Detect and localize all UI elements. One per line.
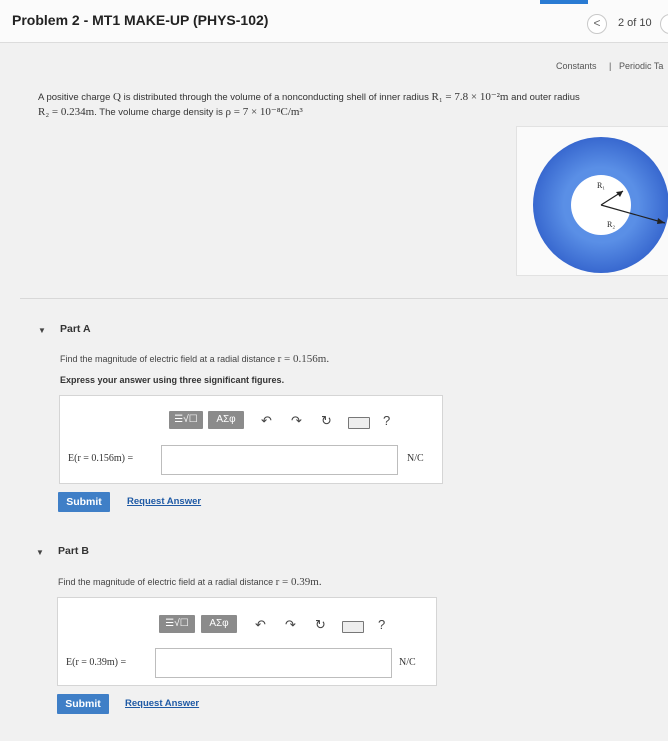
links-separator: |	[609, 61, 612, 71]
problem-statement: A positive charge Q is distributed throu…	[38, 90, 658, 120]
previous-problem-button[interactable]: <	[587, 14, 607, 34]
label-R1: R₁	[597, 181, 605, 190]
help-button[interactable]: ?	[383, 414, 390, 428]
problem-line-1: A positive charge Q is distributed throu…	[38, 90, 658, 105]
problem-pager: 2 of 10	[618, 17, 652, 29]
part-a-title: Part A	[60, 323, 91, 335]
part-b-radius-expr: r = 0.39m.	[275, 576, 322, 588]
part-a-answer-label: E(r = 0.156m) =	[68, 453, 134, 464]
periodic-table-link[interactable]: Periodic Ta	[619, 61, 663, 71]
keyboard-icon[interactable]	[342, 621, 364, 633]
keyboard-icon[interactable]	[348, 417, 370, 429]
part-b-question-text: Find the magnitude of electric field at …	[58, 577, 274, 587]
part-b-submit-button[interactable]: Submit	[57, 694, 109, 714]
page-title: Problem 2 - MT1 MAKE-UP (PHYS-102)	[12, 12, 269, 28]
charge-symbol: Q	[113, 91, 121, 103]
part-b-question: Find the magnitude of electric field at …	[58, 576, 322, 588]
part-b-request-answer-link[interactable]: Request Answer	[125, 698, 199, 709]
redo-icon[interactable]: ↷	[285, 618, 296, 632]
shell-figure: R₁ R₂	[516, 126, 668, 276]
part-b-unit: N/C	[399, 657, 416, 668]
constants-link[interactable]: Constants	[556, 61, 597, 71]
inner-radius-expr: R₁ = 7.8 × 10⁻²m	[431, 91, 509, 103]
help-button[interactable]: ?	[378, 618, 385, 632]
part-a-submit-button[interactable]: Submit	[58, 492, 110, 512]
charge-density-expr: ρ = 7 × 10⁻⁸C/m³	[225, 106, 303, 118]
part-b-answer-input[interactable]	[155, 648, 392, 678]
part-b-answer-label: E(r = 0.39m) =	[66, 657, 127, 668]
part-a-answer-input[interactable]	[161, 445, 398, 475]
part-a-radius-expr: r = 0.156m.	[277, 353, 330, 365]
redo-icon[interactable]: ↷	[291, 414, 302, 428]
problem-line1-suffix: and outer radius	[511, 92, 580, 103]
part-a-collapse-icon[interactable]: ▼	[38, 326, 46, 335]
problem-line1-prefix: A positive charge	[38, 92, 111, 103]
greek-symbols-button[interactable]: AΣφ	[208, 411, 244, 429]
part-a-unit: N/C	[407, 453, 424, 464]
template-button[interactable]: ☰√☐	[159, 615, 195, 633]
part-a-question-text: Find the magnitude of electric field at …	[60, 354, 276, 364]
problem-line2-mid: . The volume charge density is	[94, 107, 223, 118]
part-a-request-answer-link[interactable]: Request Answer	[127, 496, 201, 507]
part-a-instruction: Express your answer using three signific…	[60, 375, 285, 385]
template-button[interactable]: ☰√☐	[169, 411, 203, 429]
part-a-question: Find the magnitude of electric field at …	[60, 353, 329, 365]
reset-icon[interactable]: ↻	[315, 618, 326, 632]
outer-radius-expr: R₂ = 0.234m	[38, 106, 95, 118]
label-R2: R₂	[607, 220, 615, 229]
problem-line1-mid: is distributed through the volume of a n…	[123, 92, 429, 103]
part-b-title: Part B	[58, 545, 89, 557]
undo-icon[interactable]: ↶	[261, 414, 272, 428]
undo-icon[interactable]: ↶	[255, 618, 266, 632]
problem-line-2: R₂ = 0.234m. The volume charge density i…	[38, 105, 658, 120]
next-problem-button[interactable]	[660, 14, 668, 34]
part-b-collapse-icon[interactable]: ▼	[36, 548, 44, 557]
reset-icon[interactable]: ↻	[321, 414, 332, 428]
problem-header: Problem 2 - MT1 MAKE-UP (PHYS-102) < 2 o…	[0, 0, 668, 43]
shell-diagram: R₁ R₂	[533, 137, 668, 273]
part-a-answer-box: ☰√☐ AΣφ ↶ ↷ ↻ ? E(r = 0.156m) = N/C	[59, 395, 443, 484]
section-divider	[20, 298, 668, 299]
header-accent-bar	[540, 0, 588, 4]
greek-symbols-button[interactable]: AΣφ	[201, 615, 237, 633]
part-b-answer-box: ☰√☐ AΣφ ↶ ↷ ↻ ? E(r = 0.39m) = N/C	[57, 597, 437, 686]
